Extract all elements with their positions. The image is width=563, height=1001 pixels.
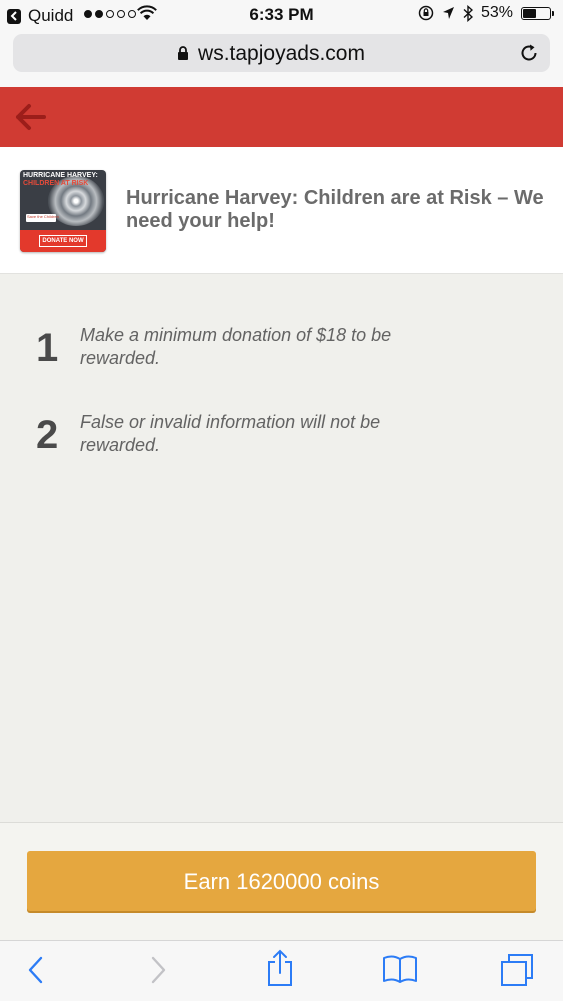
battery-icon — [521, 6, 554, 20]
orientation-lock-icon — [418, 5, 434, 21]
location-icon — [442, 7, 454, 19]
browser-toolbar — [0, 940, 563, 1001]
offer-card: HURRICANE HARVEY: CHILDREN AT RISK Save … — [0, 147, 563, 274]
instruction-step: 1 Make a minimum donation of $18 to be r… — [36, 324, 440, 370]
status-bar: Quidd 6:33 PM 53% — [0, 0, 563, 30]
address-bar[interactable]: ws.tapjoyads.com — [13, 34, 550, 72]
step-text: False or invalid information will not be… — [80, 412, 381, 455]
cta-area: Earn 1620000 coins — [0, 822, 563, 941]
step-text: Make a minimum donation of $18 to be rew… — [80, 325, 392, 368]
step-number: 2 — [36, 413, 59, 457]
step-number: 1 — [36, 326, 59, 370]
share-icon[interactable] — [265, 949, 295, 987]
page-header — [0, 87, 563, 147]
forward-icon[interactable] — [146, 953, 170, 987]
bluetooth-icon — [463, 4, 473, 22]
url-text: ws.tapjoyads.com — [198, 42, 365, 65]
browser-chrome: ws.tapjoyads.com — [0, 30, 563, 87]
offer-title: Hurricane Harvey: Children are at Risk –… — [126, 187, 544, 232]
thumb-headline: HURRICANE HARVEY: — [23, 172, 98, 179]
tabs-icon[interactable] — [499, 952, 535, 988]
back-arrow-icon[interactable] — [13, 101, 47, 133]
back-icon[interactable] — [24, 953, 48, 987]
earn-coins-button[interactable]: Earn 1620000 coins — [27, 851, 536, 911]
reload-icon[interactable] — [518, 42, 540, 64]
thumb-logo: Save the Children — [27, 214, 59, 219]
thumb-donate-label: DONATE NOW — [39, 235, 87, 247]
battery-fill — [523, 8, 536, 18]
instruction-step: 2 False or invalid information will not … — [36, 411, 440, 457]
bookmarks-icon[interactable] — [382, 954, 418, 984]
offer-thumbnail: HURRICANE HARVEY: CHILDREN AT RISK Save … — [20, 170, 106, 252]
thumb-subheadline: CHILDREN AT RISK — [23, 180, 89, 187]
battery-percent: 53% — [480, 4, 513, 21]
